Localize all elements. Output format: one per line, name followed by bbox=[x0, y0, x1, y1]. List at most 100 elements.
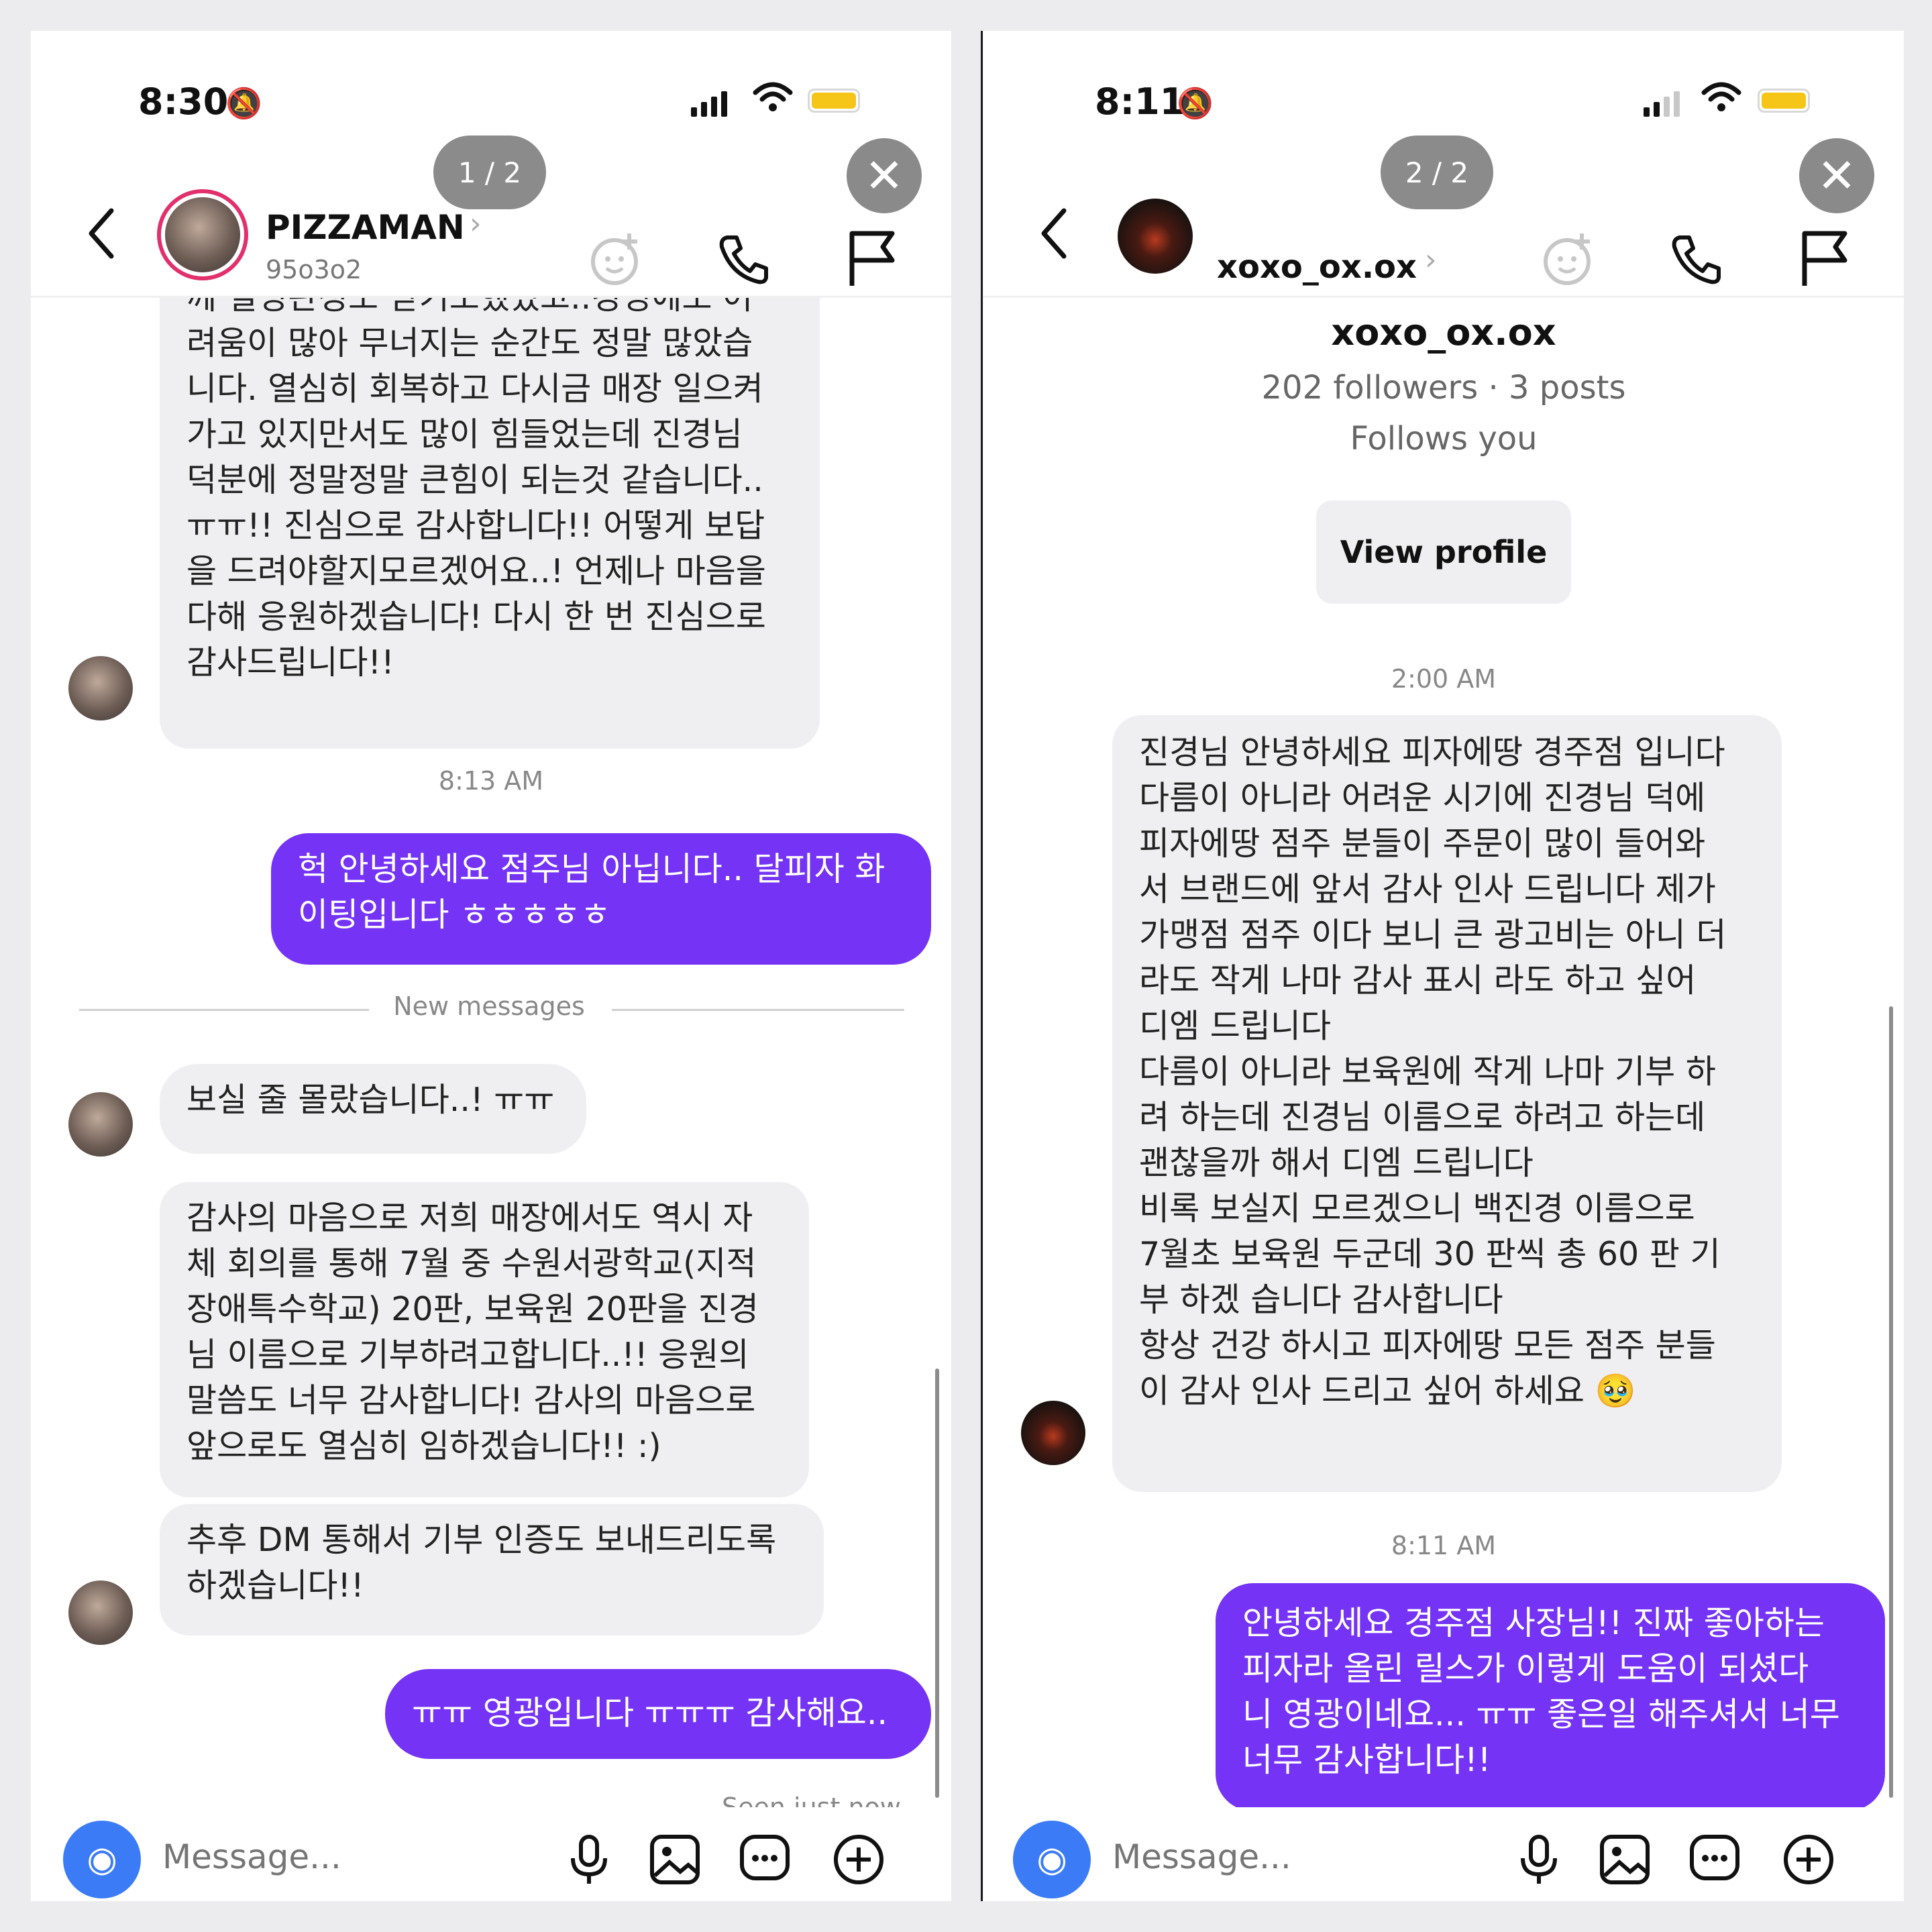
message-line: 서 브랜드에 앞서 감사 인사 드립니다 제가 bbox=[1139, 870, 1716, 908]
camera-icon: ◉ bbox=[1036, 1839, 1067, 1880]
message-incoming[interactable]: 진경님 안녕하세요 피자에땅 경주점 입니다 다름이 아니라 어려운 시기에 진… bbox=[1112, 715, 1782, 1492]
profile-stats: 202 followers · 3 posts bbox=[1261, 369, 1626, 407]
message-incoming[interactable]: 추후 DM 통해서 기부 인증도 보내드리도록 하겠습니다!! bbox=[160, 1504, 824, 1635]
message-input[interactable] bbox=[1111, 1837, 1462, 1877]
close-icon[interactable]: ✕ bbox=[1799, 138, 1874, 213]
message-line: 덕분에 정말정말 큰힘이 되는것 같습니다.. bbox=[186, 461, 763, 499]
sticker-icon[interactable] bbox=[1540, 231, 1598, 296]
message-line: 피자라 올린 릴스가 이렇게 도움이 되셨다 bbox=[1242, 1650, 1809, 1688]
camera-button[interactable]: ◉ bbox=[63, 1821, 141, 1898]
message-incoming[interactable]: 감사의 마음으로 저희 매장에서도 역시 자 체 회의를 통해 7월 중 수원서… bbox=[160, 1182, 809, 1497]
message-incoming[interactable]: 보실 줄 몰랐습니다..! ㅠㅠ bbox=[160, 1064, 586, 1154]
message-line: 말씀도 너무 감사합니다! 감사의 마음으로 bbox=[186, 1381, 756, 1419]
message-outgoing[interactable]: ㅠㅠ 영광입니다 ㅠㅠㅠ 감사해요.. bbox=[385, 1669, 931, 1759]
wifi-icon bbox=[753, 80, 793, 122]
battery-icon bbox=[808, 89, 860, 113]
signal-icon bbox=[691, 90, 727, 117]
scrollbar[interactable] bbox=[1889, 1006, 1893, 1798]
contact-username: 95o3o2 bbox=[266, 255, 362, 284]
separator-line bbox=[79, 1009, 369, 1011]
message-incoming[interactable]: 께 실명판정도 받기도했었고..경영에도 어 려움이 많아 무너지는 순간도 정… bbox=[160, 298, 820, 749]
message-line: 라도 작게 나마 감사 표시 라도 하고 싶어 bbox=[1139, 961, 1697, 1000]
flag-icon[interactable] bbox=[1799, 228, 1850, 296]
timestamp: 8:13 AM bbox=[438, 766, 544, 796]
profile-name: xoxo_ox.ox bbox=[1331, 311, 1556, 354]
message-line: 다름이 아니라 어려운 시기에 진경님 덕에 bbox=[1139, 779, 1706, 817]
timestamp: 8:11 AM bbox=[1391, 1531, 1497, 1560]
message-line: 부 하겠 습니다 감사합니다 bbox=[1139, 1281, 1503, 1319]
message-line: 니다. 열심히 회복하고 다시금 매장 일으켜 bbox=[186, 370, 763, 408]
message-line: 안녕하세요 경주점 사장님!! 진짜 좋아하는 bbox=[1242, 1604, 1825, 1642]
plus-circle-icon[interactable] bbox=[833, 1834, 884, 1892]
avatar[interactable] bbox=[1021, 1401, 1085, 1465]
message-line: 이팅입니다 ㅎㅎㅎㅎㅎ bbox=[298, 896, 611, 934]
message-line: 7월초 보육원 두군데 30 판씩 총 60 판 기 bbox=[1139, 1235, 1721, 1273]
back-chevron-icon[interactable] bbox=[85, 207, 118, 269]
message-line: 체 회의를 통해 7월 중 수원서광학교(지적 bbox=[186, 1244, 757, 1283]
message-line: 추후 DM 통해서 기부 인증도 보내드리도록 bbox=[186, 1521, 777, 1559]
image-icon[interactable] bbox=[649, 1834, 700, 1892]
contact-name[interactable]: xoxo_ox.ox bbox=[1217, 248, 1417, 286]
view-profile-button[interactable]: View profile bbox=[1316, 500, 1571, 604]
camera-button[interactable]: ◉ bbox=[1013, 1821, 1091, 1898]
sticker-chat-icon[interactable] bbox=[739, 1834, 790, 1892]
microphone-icon[interactable] bbox=[1517, 1834, 1560, 1892]
message-line: 니 영광이네요... ㅠㅠ 좋은일 해주셔서 너무 bbox=[1242, 1695, 1840, 1733]
message-line: 앞으로도 열심히 임하겠습니다!! :) bbox=[186, 1427, 661, 1465]
message-input[interactable] bbox=[161, 1837, 513, 1877]
status-time: 8:11 bbox=[1095, 80, 1185, 123]
camera-icon: ◉ bbox=[87, 1839, 117, 1880]
wifi-icon bbox=[1701, 80, 1741, 117]
message-outgoing[interactable]: 헉 안녕하세요 점주님 아닙니다.. 달피자 화 이팅입니다 ㅎㅎㅎㅎㅎ bbox=[271, 833, 931, 965]
image-icon[interactable] bbox=[1599, 1834, 1650, 1892]
compose-bar: ◉ bbox=[31, 1807, 951, 1901]
message-line: ㅠㅠ!! 진심으로 감사합니다!! 어떻게 보답 bbox=[186, 506, 765, 545]
bell-off-icon: 🔕 bbox=[225, 87, 262, 121]
contact-name[interactable]: PIZZAMAN bbox=[266, 208, 465, 247]
status-time: 8:30 bbox=[138, 80, 229, 123]
message-line: 디엠 드립니다 bbox=[1139, 1007, 1332, 1045]
chevron-right-icon[interactable]: › bbox=[1425, 243, 1437, 277]
message-outgoing[interactable]: 안녕하세요 경주점 사장님!! 진짜 좋아하는 피자라 올린 릴스가 이렇게 도… bbox=[1216, 1583, 1885, 1811]
avatar[interactable] bbox=[68, 656, 133, 720]
avatar[interactable] bbox=[165, 197, 240, 272]
message-line: 려 하는데 진경님 이름으로 하려고 하는데 bbox=[1139, 1098, 1706, 1136]
message-line: 이 감사 인사 드리고 싶어 하세요 🥹 bbox=[1139, 1372, 1636, 1410]
page-indicator: 1 / 2 bbox=[433, 136, 546, 209]
header-divider bbox=[983, 296, 1904, 298]
plus-circle-icon[interactable] bbox=[1783, 1834, 1834, 1892]
message-line: 감사드립니다!! bbox=[186, 643, 394, 682]
avatar[interactable] bbox=[68, 1092, 133, 1157]
flag-icon[interactable] bbox=[847, 228, 898, 296]
message-line: 항상 건강 하시고 피자에땅 모든 점주 분들 bbox=[1139, 1326, 1716, 1364]
new-messages-divider: New messages bbox=[393, 991, 585, 1021]
timestamp: 2:00 AM bbox=[1391, 664, 1497, 694]
message-line: 님 이름으로 기부하려고합니다..!! 응원의 bbox=[186, 1336, 749, 1374]
signal-icon bbox=[1644, 90, 1680, 117]
message-line: 감사의 마음으로 저희 매장에서도 역시 자 bbox=[186, 1199, 753, 1237]
message-line: 피자에땅 점주 분들이 주문이 많이 들어와 bbox=[1139, 824, 1706, 863]
back-chevron-icon[interactable] bbox=[1037, 207, 1071, 269]
phone-icon[interactable] bbox=[718, 232, 771, 293]
avatar[interactable] bbox=[1118, 199, 1193, 274]
avatar[interactable] bbox=[68, 1580, 133, 1645]
message-line: 괜찮을까 해서 디엠 드립니다 bbox=[1139, 1144, 1534, 1182]
message-line: 가고 있지만서도 많이 힘들었는데 진경님 bbox=[186, 415, 743, 453]
chat-screen-right: 8:11 🔕 xoxo_ox.ox › 2 / 2 ✕ xoxo_ox.ox 2… bbox=[983, 31, 1904, 1901]
close-icon[interactable]: ✕ bbox=[847, 138, 922, 213]
message-line: 헉 안녕하세요 점주님 아닙니다.. 달피자 화 bbox=[298, 850, 885, 888]
message-line: 려움이 많아 무너지는 순간도 정말 많았습 bbox=[186, 324, 753, 362]
chevron-right-icon[interactable]: › bbox=[470, 207, 482, 241]
scrollbar[interactable] bbox=[935, 1368, 939, 1798]
phone-icon[interactable] bbox=[1670, 232, 1724, 293]
message-line: 너무 감사합니다!! bbox=[1242, 1741, 1491, 1779]
message-line: 하겠습니다!! bbox=[186, 1566, 364, 1605]
chat-screen-left: 8:30 🔕 PIZZAMAN › 95o3o2 1 / 2 ✕ 께 실명판정도… bbox=[31, 31, 951, 1901]
message-line: 다름이 아니라 보육원에 작게 나마 기부 하 bbox=[1139, 1053, 1716, 1091]
sticker-icon[interactable] bbox=[588, 231, 645, 296]
microphone-icon[interactable] bbox=[568, 1834, 610, 1892]
separator-line bbox=[612, 1009, 904, 1011]
follows-you-label: Follows you bbox=[1350, 420, 1538, 458]
compose-bar: ◉ bbox=[983, 1807, 1904, 1901]
sticker-chat-icon[interactable] bbox=[1689, 1834, 1740, 1892]
